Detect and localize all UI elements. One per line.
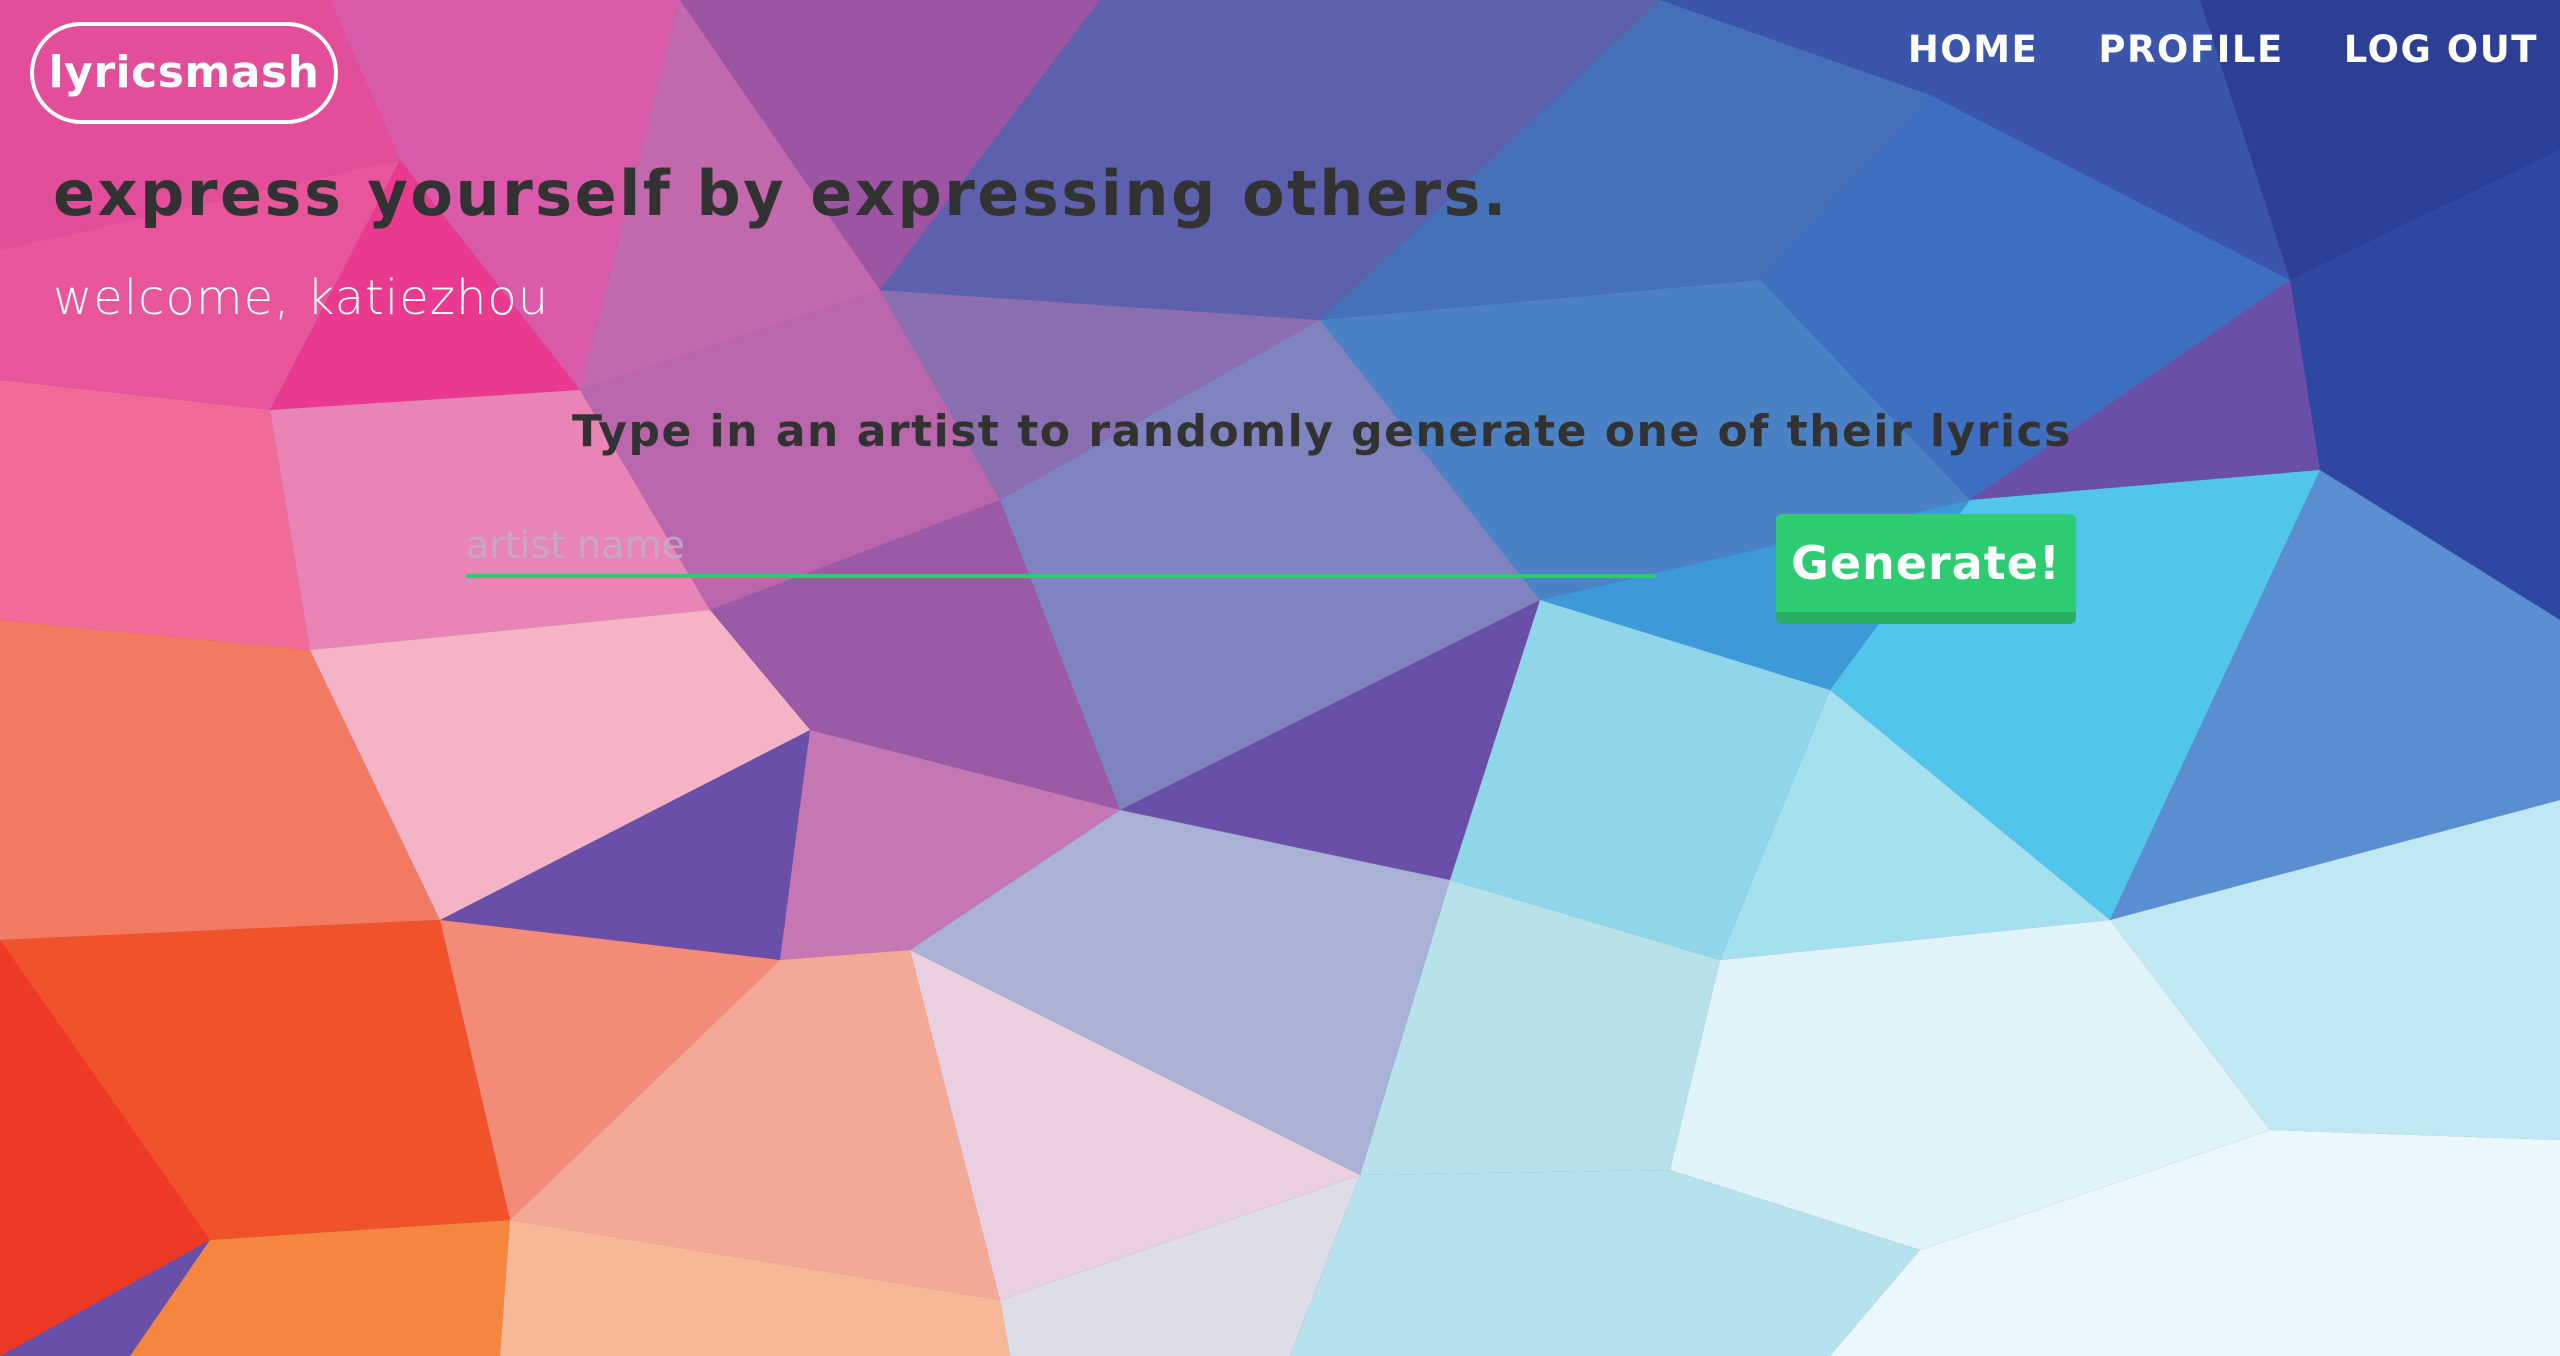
top-nav: HOME PROFILE LOG OUT xyxy=(1908,24,2538,76)
nav-logout-link[interactable]: LOG OUT xyxy=(2344,24,2538,76)
page-tagline: express yourself by expressing others. xyxy=(53,157,1509,230)
welcome-message: welcome, katiezhou xyxy=(53,270,550,326)
nav-home-link[interactable]: HOME xyxy=(1908,24,2039,76)
lyricsmash-logo[interactable]: lyricsmash xyxy=(30,22,338,124)
nav-profile-link[interactable]: PROFILE xyxy=(2098,24,2283,76)
generate-instructions: Type in an artist to randomly generate o… xyxy=(572,406,2072,457)
artist-name-input[interactable] xyxy=(466,516,1656,578)
generate-button[interactable]: Generate! xyxy=(1776,514,2076,624)
